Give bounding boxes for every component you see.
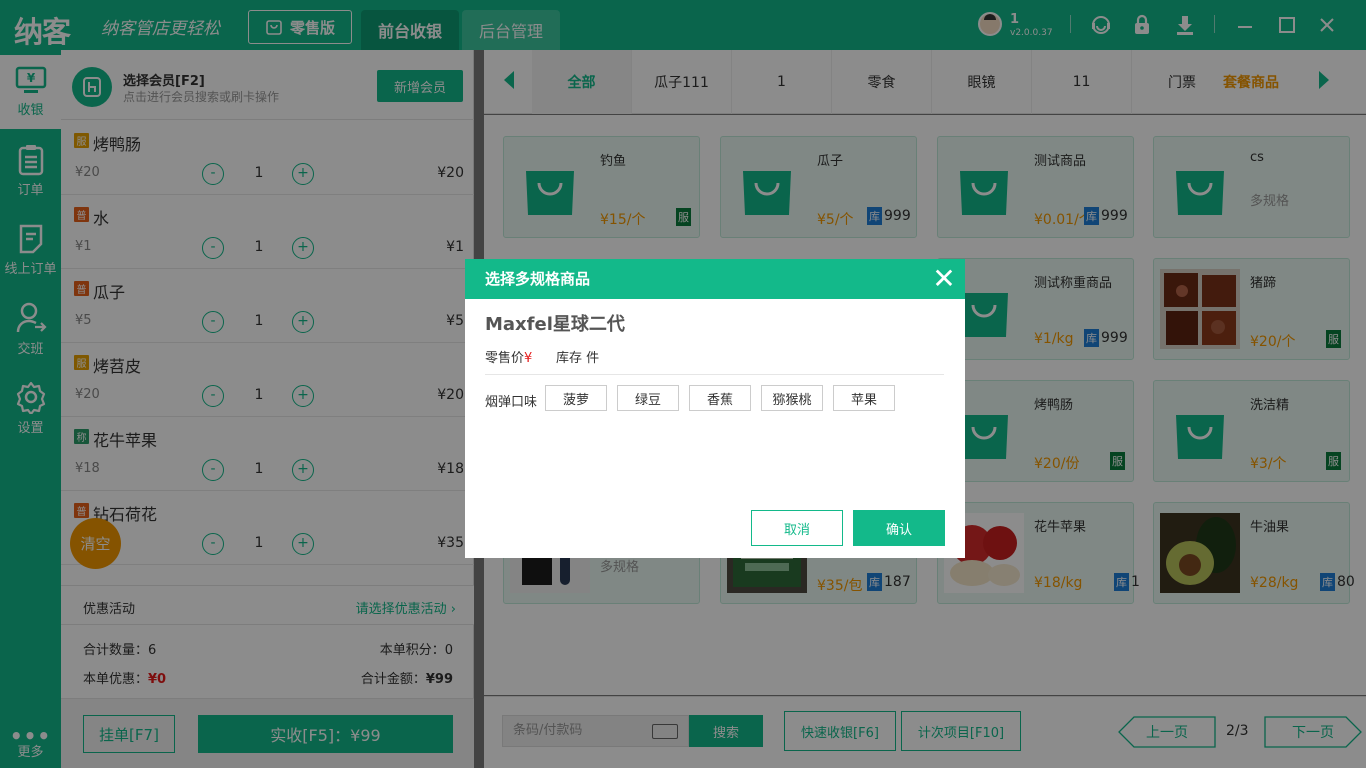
- spec-option[interactable]: 香蕉: [689, 385, 751, 411]
- divider: [485, 374, 944, 375]
- multi-spec-dialog: 选择多规格商品 ✕ Maxfel星球二代 零售价¥ 库存 件 烟弹口味 菠萝 绿豆…: [465, 259, 965, 558]
- spec-option[interactable]: 菠萝: [545, 385, 607, 411]
- spec-option[interactable]: 苹果: [833, 385, 895, 411]
- dialog-product-name: Maxfel星球二代: [485, 314, 625, 335]
- confirm-button[interactable]: 确认: [853, 510, 945, 546]
- dialog-price: 零售价¥: [485, 351, 533, 366]
- dialog-stock: 库存 件: [556, 351, 600, 366]
- spec-option[interactable]: 猕猴桃: [761, 385, 823, 411]
- dialog-close-icon[interactable]: ✕: [931, 265, 957, 293]
- dialog-title: 选择多规格商品 ✕: [465, 259, 965, 299]
- cancel-button[interactable]: 取消: [751, 510, 843, 546]
- spec-option[interactable]: 绿豆: [617, 385, 679, 411]
- spec-label: 烟弹口味: [485, 395, 538, 410]
